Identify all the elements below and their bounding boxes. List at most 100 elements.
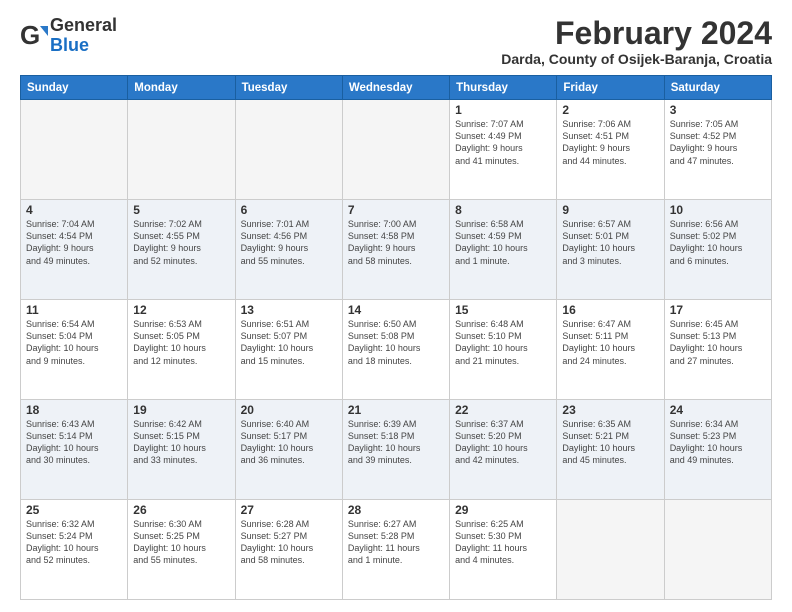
day-info: Sunrise: 6:28 AM Sunset: 5:27 PM Dayligh… <box>241 518 337 567</box>
calendar-cell: 22Sunrise: 6:37 AM Sunset: 5:20 PM Dayli… <box>450 400 557 500</box>
calendar-cell: 29Sunrise: 6:25 AM Sunset: 5:30 PM Dayli… <box>450 500 557 600</box>
calendar-body: 1Sunrise: 7:07 AM Sunset: 4:49 PM Daylig… <box>21 100 772 600</box>
calendar-cell <box>557 500 664 600</box>
day-number: 20 <box>241 403 337 417</box>
day-info: Sunrise: 6:32 AM Sunset: 5:24 PM Dayligh… <box>26 518 122 567</box>
day-number: 5 <box>133 203 229 217</box>
day-info: Sunrise: 6:45 AM Sunset: 5:13 PM Dayligh… <box>670 318 766 367</box>
calendar-cell: 11Sunrise: 6:54 AM Sunset: 5:04 PM Dayli… <box>21 300 128 400</box>
day-number: 6 <box>241 203 337 217</box>
day-info: Sunrise: 7:04 AM Sunset: 4:54 PM Dayligh… <box>26 218 122 267</box>
day-info: Sunrise: 6:57 AM Sunset: 5:01 PM Dayligh… <box>562 218 658 267</box>
day-info: Sunrise: 6:53 AM Sunset: 5:05 PM Dayligh… <box>133 318 229 367</box>
day-info: Sunrise: 6:35 AM Sunset: 5:21 PM Dayligh… <box>562 418 658 467</box>
day-info: Sunrise: 6:30 AM Sunset: 5:25 PM Dayligh… <box>133 518 229 567</box>
col-monday: Monday <box>128 76 235 100</box>
calendar-cell: 12Sunrise: 6:53 AM Sunset: 5:05 PM Dayli… <box>128 300 235 400</box>
day-info: Sunrise: 6:39 AM Sunset: 5:18 PM Dayligh… <box>348 418 444 467</box>
calendar-cell: 4Sunrise: 7:04 AM Sunset: 4:54 PM Daylig… <box>21 200 128 300</box>
col-friday: Friday <box>557 76 664 100</box>
day-info: Sunrise: 6:27 AM Sunset: 5:28 PM Dayligh… <box>348 518 444 567</box>
calendar-row-2: 4Sunrise: 7:04 AM Sunset: 4:54 PM Daylig… <box>21 200 772 300</box>
header: G General Blue February 2024 Darda, Coun… <box>20 16 772 67</box>
day-number: 3 <box>670 103 766 117</box>
day-number: 27 <box>241 503 337 517</box>
day-number: 11 <box>26 303 122 317</box>
day-number: 22 <box>455 403 551 417</box>
day-number: 7 <box>348 203 444 217</box>
day-info: Sunrise: 6:54 AM Sunset: 5:04 PM Dayligh… <box>26 318 122 367</box>
day-number: 18 <box>26 403 122 417</box>
day-number: 24 <box>670 403 766 417</box>
day-number: 14 <box>348 303 444 317</box>
day-number: 2 <box>562 103 658 117</box>
calendar-table: Sunday Monday Tuesday Wednesday Thursday… <box>20 75 772 600</box>
day-info: Sunrise: 6:25 AM Sunset: 5:30 PM Dayligh… <box>455 518 551 567</box>
calendar-cell: 17Sunrise: 6:45 AM Sunset: 5:13 PM Dayli… <box>664 300 771 400</box>
day-number: 17 <box>670 303 766 317</box>
calendar-cell: 18Sunrise: 6:43 AM Sunset: 5:14 PM Dayli… <box>21 400 128 500</box>
day-info: Sunrise: 6:50 AM Sunset: 5:08 PM Dayligh… <box>348 318 444 367</box>
day-info: Sunrise: 7:05 AM Sunset: 4:52 PM Dayligh… <box>670 118 766 167</box>
calendar-cell: 19Sunrise: 6:42 AM Sunset: 5:15 PM Dayli… <box>128 400 235 500</box>
day-number: 21 <box>348 403 444 417</box>
day-info: Sunrise: 6:42 AM Sunset: 5:15 PM Dayligh… <box>133 418 229 467</box>
calendar-cell <box>128 100 235 200</box>
day-info: Sunrise: 7:07 AM Sunset: 4:49 PM Dayligh… <box>455 118 551 167</box>
day-number: 13 <box>241 303 337 317</box>
day-info: Sunrise: 6:40 AM Sunset: 5:17 PM Dayligh… <box>241 418 337 467</box>
calendar-cell: 20Sunrise: 6:40 AM Sunset: 5:17 PM Dayli… <box>235 400 342 500</box>
day-info: Sunrise: 7:02 AM Sunset: 4:55 PM Dayligh… <box>133 218 229 267</box>
day-info: Sunrise: 6:58 AM Sunset: 4:59 PM Dayligh… <box>455 218 551 267</box>
day-info: Sunrise: 7:01 AM Sunset: 4:56 PM Dayligh… <box>241 218 337 267</box>
calendar-cell: 9Sunrise: 6:57 AM Sunset: 5:01 PM Daylig… <box>557 200 664 300</box>
calendar-cell: 26Sunrise: 6:30 AM Sunset: 5:25 PM Dayli… <box>128 500 235 600</box>
calendar-cell: 1Sunrise: 7:07 AM Sunset: 4:49 PM Daylig… <box>450 100 557 200</box>
day-number: 12 <box>133 303 229 317</box>
day-number: 26 <box>133 503 229 517</box>
day-number: 4 <box>26 203 122 217</box>
calendar-cell <box>235 100 342 200</box>
calendar-cell: 23Sunrise: 6:35 AM Sunset: 5:21 PM Dayli… <box>557 400 664 500</box>
day-info: Sunrise: 6:56 AM Sunset: 5:02 PM Dayligh… <box>670 218 766 267</box>
calendar-row-1: 1Sunrise: 7:07 AM Sunset: 4:49 PM Daylig… <box>21 100 772 200</box>
day-number: 10 <box>670 203 766 217</box>
calendar-row-5: 25Sunrise: 6:32 AM Sunset: 5:24 PM Dayli… <box>21 500 772 600</box>
calendar-cell: 8Sunrise: 6:58 AM Sunset: 4:59 PM Daylig… <box>450 200 557 300</box>
calendar-header: Sunday Monday Tuesday Wednesday Thursday… <box>21 76 772 100</box>
calendar-cell: 14Sunrise: 6:50 AM Sunset: 5:08 PM Dayli… <box>342 300 449 400</box>
day-info: Sunrise: 7:00 AM Sunset: 4:58 PM Dayligh… <box>348 218 444 267</box>
day-number: 28 <box>348 503 444 517</box>
day-number: 15 <box>455 303 551 317</box>
day-number: 25 <box>26 503 122 517</box>
day-number: 16 <box>562 303 658 317</box>
logo-general: General <box>50 16 117 36</box>
day-info: Sunrise: 6:47 AM Sunset: 5:11 PM Dayligh… <box>562 318 658 367</box>
calendar-cell: 25Sunrise: 6:32 AM Sunset: 5:24 PM Dayli… <box>21 500 128 600</box>
calendar-cell <box>342 100 449 200</box>
calendar-cell: 5Sunrise: 7:02 AM Sunset: 4:55 PM Daylig… <box>128 200 235 300</box>
day-info: Sunrise: 7:06 AM Sunset: 4:51 PM Dayligh… <box>562 118 658 167</box>
day-number: 8 <box>455 203 551 217</box>
col-tuesday: Tuesday <box>235 76 342 100</box>
calendar-cell: 16Sunrise: 6:47 AM Sunset: 5:11 PM Dayli… <box>557 300 664 400</box>
col-wednesday: Wednesday <box>342 76 449 100</box>
calendar-cell: 13Sunrise: 6:51 AM Sunset: 5:07 PM Dayli… <box>235 300 342 400</box>
day-number: 19 <box>133 403 229 417</box>
title-block: February 2024 Darda, County of Osijek-Ba… <box>501 16 772 67</box>
day-number: 23 <box>562 403 658 417</box>
col-saturday: Saturday <box>664 76 771 100</box>
col-thursday: Thursday <box>450 76 557 100</box>
calendar-cell: 24Sunrise: 6:34 AM Sunset: 5:23 PM Dayli… <box>664 400 771 500</box>
calendar-cell: 10Sunrise: 6:56 AM Sunset: 5:02 PM Dayli… <box>664 200 771 300</box>
calendar-cell: 2Sunrise: 7:06 AM Sunset: 4:51 PM Daylig… <box>557 100 664 200</box>
day-info: Sunrise: 6:43 AM Sunset: 5:14 PM Dayligh… <box>26 418 122 467</box>
svg-text:G: G <box>20 22 40 50</box>
calendar-row-3: 11Sunrise: 6:54 AM Sunset: 5:04 PM Dayli… <box>21 300 772 400</box>
day-info: Sunrise: 6:51 AM Sunset: 5:07 PM Dayligh… <box>241 318 337 367</box>
logo-icon: G <box>20 22 48 50</box>
calendar-cell <box>664 500 771 600</box>
logo: G General Blue <box>20 16 117 56</box>
logo-text: General Blue <box>50 16 117 56</box>
location-subtitle: Darda, County of Osijek-Baranja, Croatia <box>501 51 772 67</box>
